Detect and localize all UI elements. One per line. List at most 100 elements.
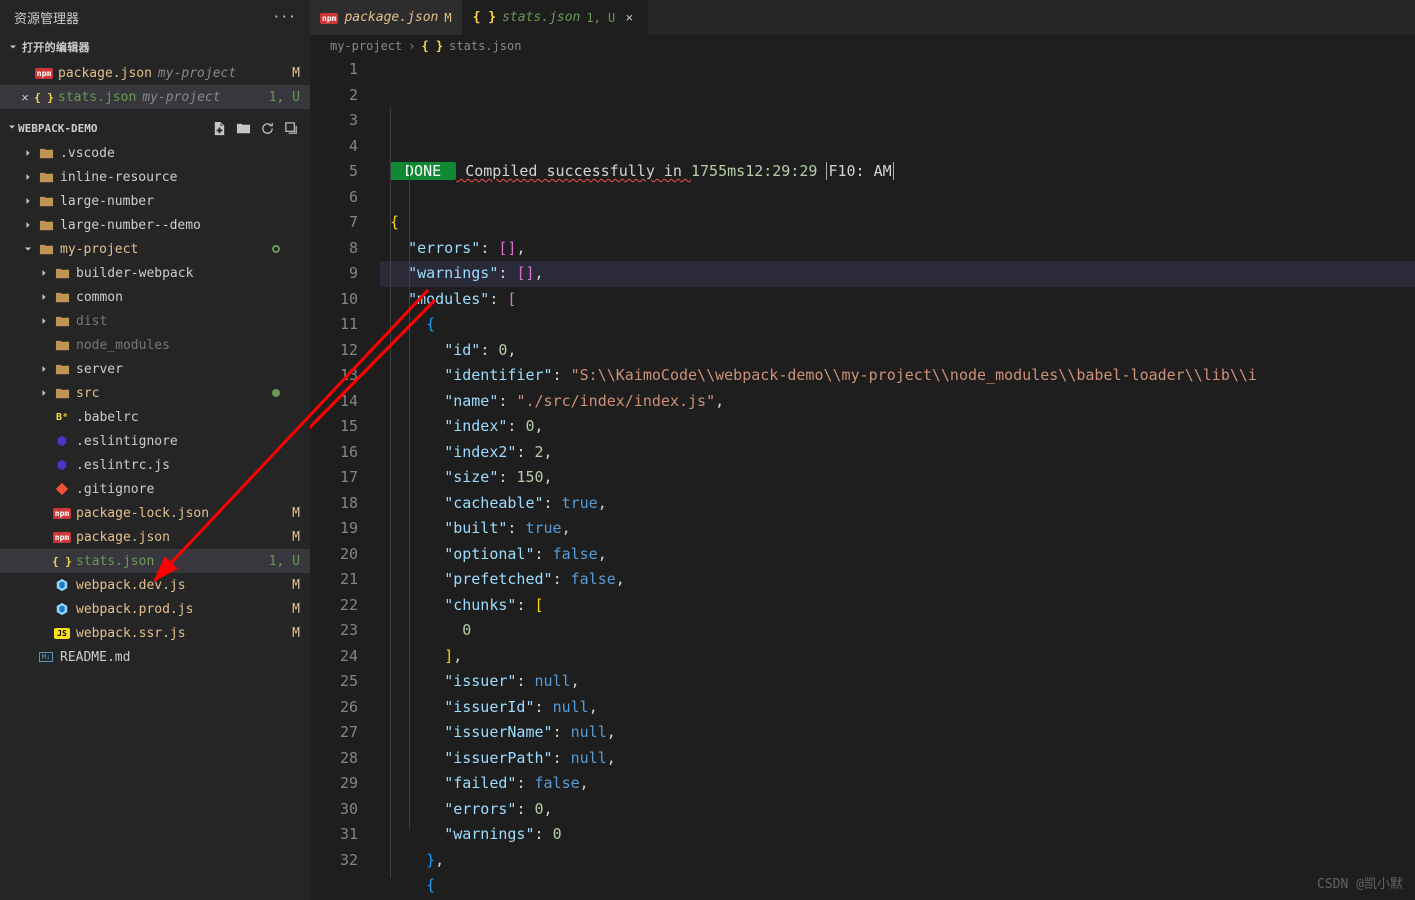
tree-file[interactable]: npm package-lock.jsonM	[0, 501, 310, 525]
editor-tab[interactable]: npm package.json M	[310, 0, 463, 35]
git-status: M	[292, 626, 300, 641]
file-name: webpack.prod.js	[76, 602, 193, 617]
folder-name: server	[76, 362, 123, 377]
editor-tab[interactable]: { } stats.json 1, U ×	[463, 0, 649, 35]
json-icon: { }	[52, 555, 72, 568]
git-status: 1, U	[269, 554, 300, 569]
tree-file[interactable]: .gitignore	[0, 477, 310, 501]
folder-name: src	[76, 386, 99, 401]
close-icon[interactable]: ×	[16, 90, 34, 105]
tree-folder[interactable]: .vscode	[0, 141, 310, 165]
folder-name: dist	[76, 314, 107, 329]
folder-icon	[55, 338, 70, 353]
file-name: .gitignore	[76, 482, 154, 497]
folder-icon	[39, 242, 54, 257]
folder-icon	[55, 314, 70, 329]
file-name: package.json	[58, 66, 152, 81]
file-name: README.md	[60, 650, 130, 665]
folder-icon	[39, 218, 54, 233]
file-name: stats.json	[76, 554, 154, 569]
tree-folder[interactable]: common	[0, 285, 310, 309]
chevron-icon	[38, 291, 52, 303]
folder-name: common	[76, 290, 123, 305]
json-icon: { }	[473, 10, 496, 25]
tree-file[interactable]: { } stats.json 1, U	[0, 549, 310, 573]
npm-icon: npm	[53, 532, 71, 543]
tree-folder[interactable]: inline-resource	[0, 165, 310, 189]
tree-folder[interactable]: node_modules	[0, 333, 310, 357]
file-path: my-project	[142, 90, 220, 105]
tree-folder[interactable]: server	[0, 357, 310, 381]
file-name: .eslintrc.js	[76, 458, 170, 473]
tree-folder[interactable]: large-number--demo	[0, 213, 310, 237]
folder-name: node_modules	[76, 338, 170, 353]
eslint-icon	[55, 458, 69, 472]
folder-icon	[55, 290, 70, 305]
tree-file[interactable]: npm package.jsonM	[0, 525, 310, 549]
chevron-icon	[38, 315, 52, 327]
tab-name: stats.json	[502, 10, 580, 25]
git-dot-icon	[272, 245, 280, 253]
chevron-icon	[38, 363, 52, 375]
chevron-icon	[22, 195, 36, 207]
chevron-icon	[22, 219, 36, 231]
folder-name: large-number	[60, 194, 154, 209]
tree-file[interactable]: webpack.prod.js M	[0, 597, 310, 621]
editor-tabs: npm package.json M { } stats.json 1, U ×	[310, 0, 1415, 35]
folder-icon	[55, 362, 70, 377]
chevron-icon	[22, 147, 36, 159]
npm-icon: npm	[320, 13, 338, 24]
folder-name: large-number--demo	[60, 218, 201, 233]
new-folder-icon[interactable]	[234, 119, 252, 137]
git-status: 1, U	[269, 90, 300, 105]
json-icon: { }	[34, 91, 54, 104]
explorer-sidebar: 资源管理器 ··· 打开的编辑器 npm package.json my-pro…	[0, 0, 310, 900]
open-editor-item[interactable]: × { } stats.json my-project 1, U	[0, 85, 310, 109]
file-name: webpack.ssr.js	[76, 626, 186, 641]
tree-folder[interactable]: builder-webpack	[0, 261, 310, 285]
git-status: M	[292, 66, 300, 81]
json-icon: { }	[421, 39, 443, 53]
tree-file[interactable]: M↓ README.md	[0, 645, 310, 669]
new-file-icon[interactable]	[210, 119, 228, 137]
workspace-header[interactable]: WEBPACK-DEMO	[0, 115, 310, 141]
tree-folder[interactable]: large-number	[0, 189, 310, 213]
code-editor[interactable]: 1234567891011121314151617181920212223242…	[310, 57, 1415, 900]
breadcrumb[interactable]: my-project › { } stats.json	[310, 35, 1415, 57]
refresh-icon[interactable]	[258, 119, 276, 137]
tree-file[interactable]: Bᵃ .babelrc	[0, 405, 310, 429]
file-name: .eslintignore	[76, 434, 178, 449]
markdown-icon: M↓	[39, 652, 53, 662]
folder-name: .vscode	[60, 146, 115, 161]
more-icon[interactable]: ···	[267, 8, 302, 27]
js-icon: JS	[54, 628, 70, 639]
webpack-icon	[55, 602, 69, 616]
git-status: M	[292, 578, 300, 593]
git-dot-icon	[272, 389, 280, 397]
git-status: M	[292, 506, 300, 521]
chevron-icon	[22, 171, 36, 183]
file-name: package-lock.json	[76, 506, 209, 521]
collapse-icon[interactable]	[282, 119, 300, 137]
chevron-down-icon	[6, 41, 20, 53]
close-icon[interactable]: ×	[621, 10, 637, 25]
file-name: .babelrc	[76, 410, 139, 425]
open-editors-header[interactable]: 打开的编辑器	[0, 35, 310, 59]
folder-icon	[55, 386, 70, 401]
open-editor-item[interactable]: npm package.json my-project M	[0, 61, 310, 85]
tree-file[interactable]: webpack.dev.jsM	[0, 573, 310, 597]
tree-folder[interactable]: src	[0, 381, 310, 405]
git-status: M	[292, 602, 300, 617]
tree-folder[interactable]: my-project	[0, 237, 310, 261]
folder-icon	[55, 266, 70, 281]
tab-name: package.json	[344, 10, 438, 25]
tree-file[interactable]: .eslintignore	[0, 429, 310, 453]
tree-folder[interactable]: dist	[0, 309, 310, 333]
tree-file[interactable]: .eslintrc.js	[0, 453, 310, 477]
chevron-icon	[38, 387, 52, 399]
tree-file[interactable]: JS webpack.ssr.js M	[0, 621, 310, 645]
git-status: M	[292, 530, 300, 545]
folder-name: my-project	[60, 242, 138, 257]
file-path: my-project	[158, 66, 236, 81]
chevron-icon	[38, 267, 52, 279]
